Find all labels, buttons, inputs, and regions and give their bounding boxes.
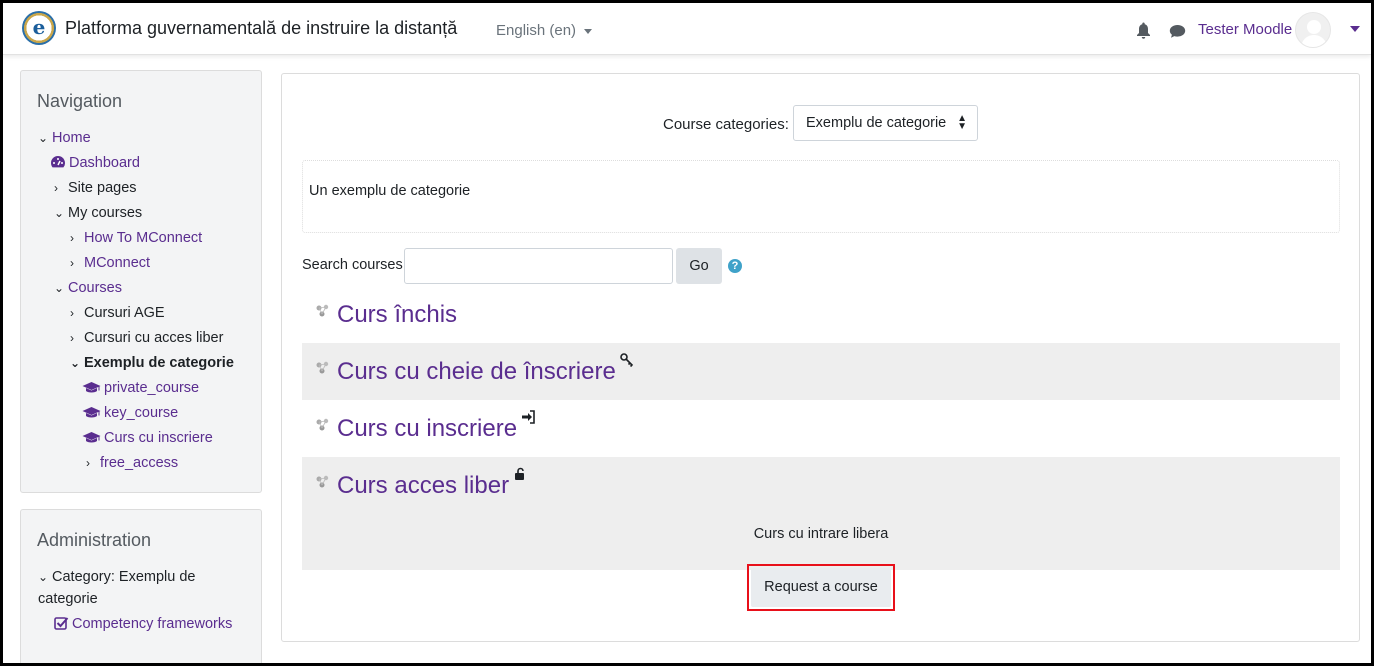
course-link[interactable]: Curs cu inscriere	[337, 415, 517, 443]
chevron-right-icon: ›	[54, 181, 58, 195]
request-course-button[interactable]: Request a course	[751, 568, 891, 607]
course-icon	[316, 361, 329, 374]
nav-item-mconnect[interactable]: › MConnect	[70, 255, 150, 271]
admin-category-line2: categorie	[38, 591, 98, 607]
dashboard-icon	[51, 156, 65, 168]
nav-item-free-access[interactable]: › free_access	[86, 455, 178, 471]
nav-item-label: Exemplu de categorie	[84, 355, 234, 371]
category-description: Un exemplu de categorie	[302, 160, 1340, 233]
chevron-down-icon	[584, 28, 593, 34]
category-description-text: Un exemplu de categorie	[309, 183, 471, 199]
go-button[interactable]: Go	[676, 248, 722, 284]
nav-item-key-course[interactable]: key_course	[82, 405, 178, 421]
language-label: English (en)	[496, 22, 577, 39]
top-navbar: e Platforma guvernamentală de instruire …	[3, 3, 1371, 55]
user-menu-caret-icon[interactable]	[1350, 26, 1360, 32]
nav-item-curs-cu-inscriere[interactable]: Curs cu inscriere	[82, 430, 213, 446]
graduation-cap-icon	[82, 382, 101, 393]
navigation-title: Navigation	[37, 91, 123, 111]
course-item: Curs cu cheie de înscriere	[302, 343, 1340, 400]
administration-block: Administration ⌄ Category: Exemplu de cat…	[20, 509, 262, 663]
administration-title: Administration	[37, 530, 152, 550]
admin-category-line1: Category: Exemplu de	[52, 569, 196, 585]
nav-item-label: Cursuri cu acces liber	[84, 330, 224, 346]
select-arrows-icon: ▲ ▼	[957, 113, 967, 132]
nav-item-label: Site pages	[68, 180, 137, 196]
nav-item-label: MConnect	[84, 255, 151, 271]
chevron-right-icon: ›	[70, 306, 74, 320]
chevron-right-icon: ›	[86, 456, 90, 470]
search-courses-input[interactable]	[404, 248, 673, 284]
course-link[interactable]: Curs cu cheie de înscriere	[337, 358, 616, 386]
chevron-right-icon: ›	[70, 256, 74, 270]
nav-item-cursuri-acces-liber[interactable]: › Cursuri cu acces liber	[70, 330, 223, 346]
course-link[interactable]: Curs acces liber	[337, 472, 509, 500]
key-icon	[620, 353, 634, 367]
nav-item-label: free_access	[100, 455, 179, 471]
site-name[interactable]: Platforma guvernamentală de instruire la…	[65, 18, 457, 39]
chevron-right-icon: ›	[70, 231, 74, 245]
unlock-icon	[515, 467, 524, 480]
logo-letter: e	[32, 15, 46, 39]
main-content: Course categories: Exemplu de categorie …	[281, 73, 1360, 642]
nav-item-my-courses[interactable]: ⌄ My courses	[54, 205, 142, 221]
admin-category-node[interactable]: ⌄ Category: Exemplu de	[38, 569, 195, 585]
nav-item-label: Home	[52, 130, 91, 146]
chevron-down-icon: ⌄	[38, 570, 49, 584]
course-icon	[316, 304, 329, 317]
nav-item-site-pages[interactable]: › Site pages	[54, 180, 137, 196]
graduation-cap-icon	[82, 407, 101, 418]
course-item: Curs închis	[302, 286, 1340, 343]
nav-item-how-to-mconnect[interactable]: › How To MConnect	[70, 230, 202, 246]
nav-item-label: Cursuri AGE	[84, 305, 165, 321]
user-avatar-icon	[1301, 20, 1327, 47]
chevron-down-icon: ⌄	[38, 131, 49, 145]
nav-item-exemplu-de-categorie[interactable]: ⌄ Exemplu de categorie	[70, 355, 234, 371]
course-icon	[316, 418, 329, 431]
checkbox-checked-icon	[54, 617, 69, 630]
nav-item-label: Curs cu inscriere	[104, 430, 213, 446]
course-summary: Curs cu intrare libera	[753, 526, 889, 542]
page-frame: e Platforma guvernamentală de instruire …	[0, 0, 1374, 666]
competency-label: Competency frameworks	[72, 616, 233, 632]
chat-icon[interactable]	[1169, 24, 1186, 39]
language-menu[interactable]: English (en)	[496, 22, 593, 39]
nav-item-label: Dashboard	[69, 155, 140, 171]
course-categories-select[interactable]: Exemplu de categorie ▲ ▼	[793, 105, 978, 141]
site-logo[interactable]: e	[22, 11, 56, 45]
sign-in-icon	[522, 410, 535, 424]
bell-icon[interactable]	[1136, 22, 1151, 39]
nav-item-private-course[interactable]: private_course	[82, 380, 199, 396]
nav-item-courses[interactable]: ⌄ Courses	[54, 280, 122, 296]
nav-item-label: How To MConnect	[84, 230, 203, 246]
help-icon[interactable]: ?	[728, 259, 742, 273]
nav-item-home[interactable]: ⌄ Home	[38, 130, 91, 146]
search-courses-label: Search courses	[302, 257, 403, 273]
category-select-value: Exemplu de categorie	[806, 115, 947, 131]
nav-item-label: private_course	[104, 380, 200, 396]
course-item: Curs acces liber Curs cu intrare libera	[302, 457, 1340, 570]
user-name[interactable]: Tester Moodle	[1198, 21, 1292, 38]
course-link[interactable]: Curs închis	[337, 301, 457, 329]
admin-competency-frameworks[interactable]: Competency frameworks	[54, 616, 232, 632]
chevron-down-icon: ⌄	[70, 356, 81, 370]
chevron-down-icon: ⌄	[54, 281, 65, 295]
course-icon	[316, 475, 329, 488]
nav-item-label: key_course	[104, 405, 179, 421]
chevron-right-icon: ›	[70, 331, 74, 345]
nav-item-label: Courses	[68, 280, 122, 296]
nav-item-label: My courses	[68, 205, 143, 221]
navigation-block: Navigation ⌄ Home Dashboard › Site pages ⌄…	[20, 70, 262, 493]
nav-item-cursuri-age[interactable]: › Cursuri AGE	[70, 305, 165, 321]
graduation-cap-icon	[82, 432, 101, 443]
avatar[interactable]	[1295, 12, 1331, 48]
course-item: Curs cu inscriere	[302, 400, 1340, 457]
request-course-highlight: Request a course	[747, 564, 895, 611]
nav-item-dashboard[interactable]: Dashboard	[50, 155, 140, 171]
chevron-down-icon: ⌄	[54, 206, 65, 220]
course-categories-label: Course categories:	[663, 116, 789, 133]
